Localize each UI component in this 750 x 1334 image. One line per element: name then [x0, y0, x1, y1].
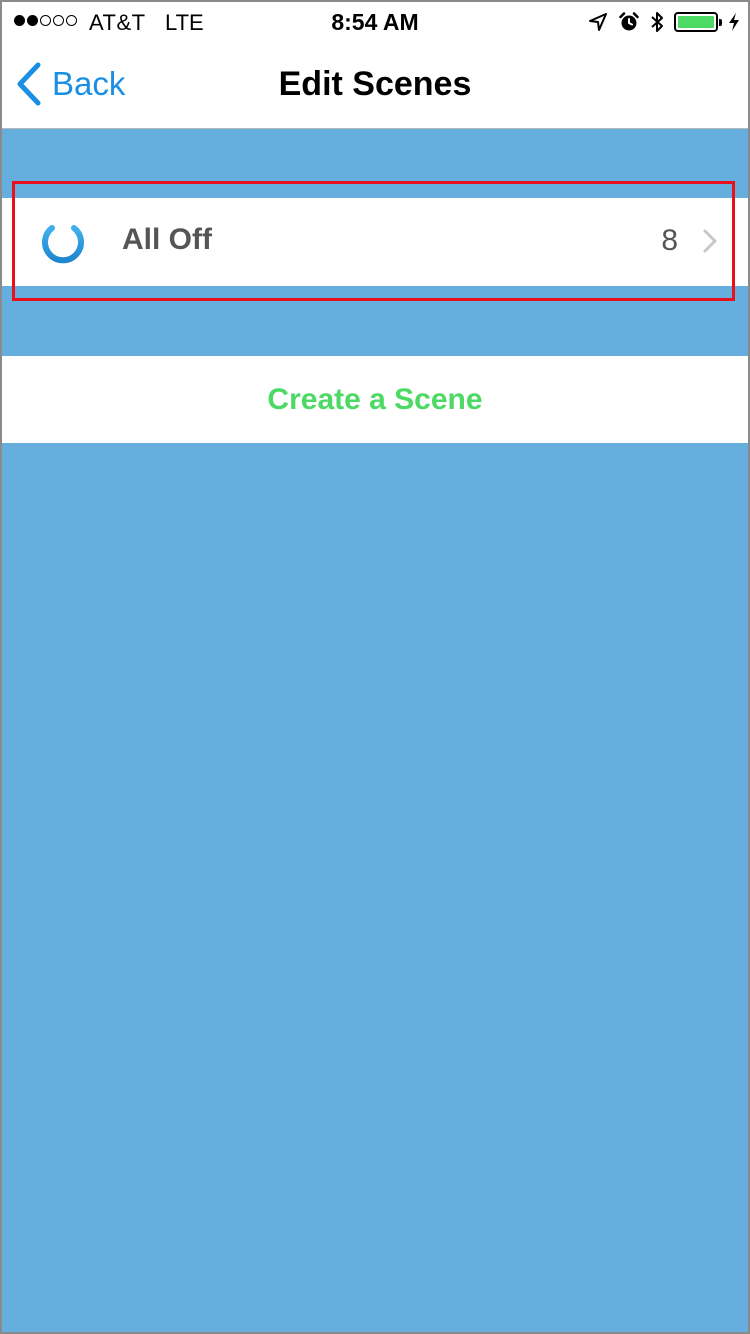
status-bar: AT&T LTE 8:54 AM [2, 2, 748, 42]
status-icons [588, 9, 740, 35]
create-scene-button[interactable]: Create a Scene [2, 356, 748, 443]
bluetooth-icon [651, 12, 663, 32]
power-icon [42, 216, 84, 264]
battery-icon [674, 12, 722, 32]
create-scene-label: Create a Scene [267, 383, 483, 416]
location-arrow-icon [589, 13, 607, 31]
navigation-bar: Back Edit Scenes [2, 42, 748, 129]
scene-row-all-off[interactable]: All Off 8 [2, 198, 748, 286]
battery-fill [678, 16, 714, 28]
charging-bolt-icon [729, 13, 739, 31]
battery-nub [719, 19, 722, 26]
page-title: Edit Scenes [278, 65, 472, 103]
scene-name: All Off [122, 223, 212, 256]
alarm-clock-icon [619, 12, 639, 31]
scene-device-count: 8 [661, 224, 678, 257]
chevron-right-icon [703, 229, 717, 253]
app-screen: AT&T LTE 8:54 AM Back Edit Scenes All Of… [2, 2, 748, 1332]
